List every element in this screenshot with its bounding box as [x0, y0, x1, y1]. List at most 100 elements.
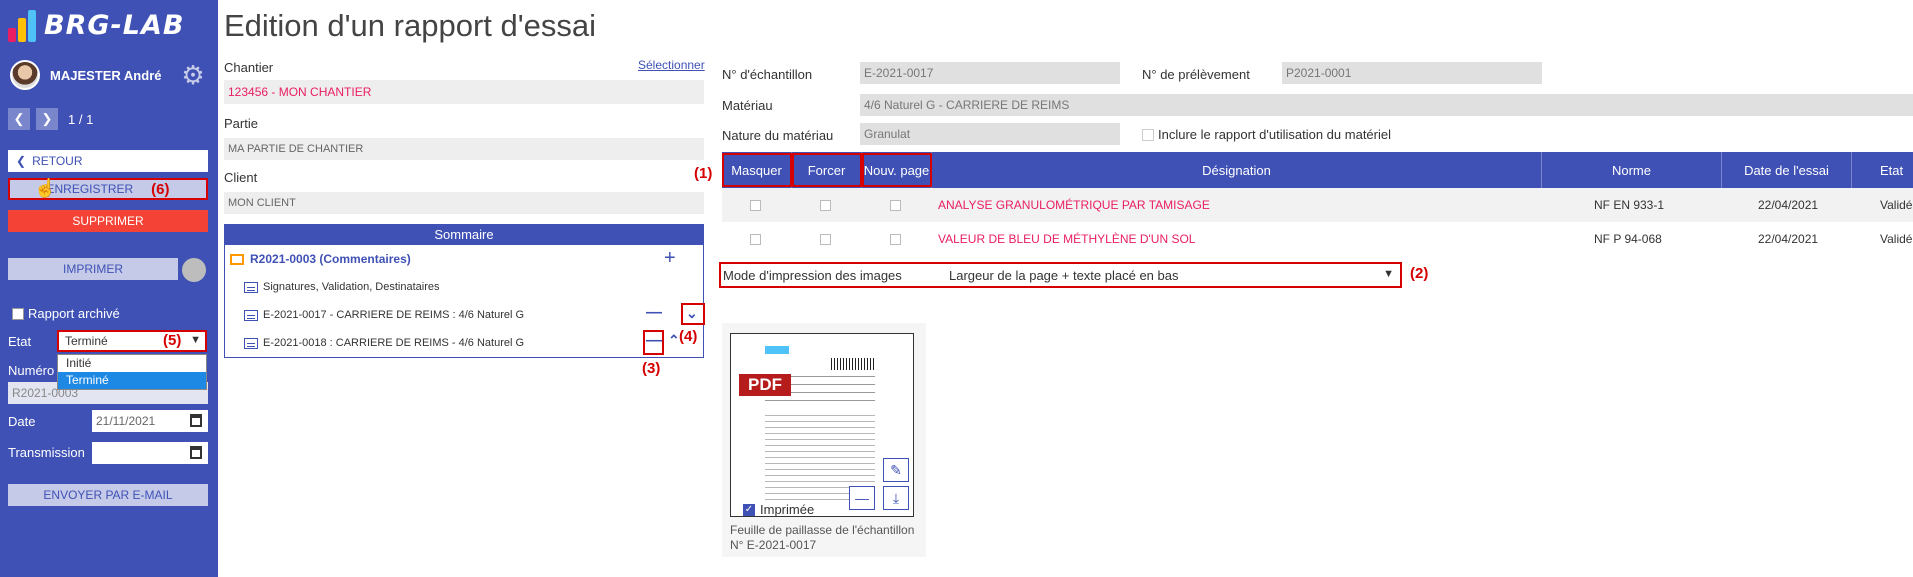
etat-cell: Validé: [1880, 198, 1913, 212]
sommaire-row-signatures[interactable]: Signatures, Validation, Destinataires: [244, 281, 440, 293]
nouv-page-checkbox[interactable]: [890, 222, 901, 256]
inclure-label: Inclure le rapport d'utilisation du maté…: [1158, 127, 1391, 142]
prelevement-label: N° de prélèvement: [1142, 67, 1250, 82]
client-value: MON CLIENT: [224, 192, 704, 214]
designation-cell[interactable]: ANALYSE GRANULOMÉTRIQUE PAR TAMISAGE: [938, 188, 1210, 222]
pdf-badge: PDF: [739, 374, 791, 396]
chevron-up-icon[interactable]: ⌃: [668, 332, 680, 349]
sommaire-row-label: Signatures, Validation, Destinataires: [263, 281, 440, 293]
checkmark-icon: ✓: [743, 503, 755, 516]
th-etat: Etat: [1880, 162, 1904, 178]
table-row[interactable]: VALEUR DE BLEU DE MÉTHYLÈNE D'UN SOL NF …: [722, 222, 1913, 256]
annotation-3: (3): [642, 360, 661, 377]
report-title: R2021-0003 (Commentaires): [250, 252, 411, 266]
forcer-checkbox[interactable]: [820, 222, 831, 256]
date-cell: 22/04/2021: [1758, 232, 1819, 246]
sommaire-row-e2021-0018[interactable]: E-2021-0018 : CARRIERE DE REIMS - 4/6 Na…: [244, 337, 524, 349]
annotation-6: (6): [151, 180, 170, 198]
document-icon: [244, 309, 258, 321]
document-icon: [244, 337, 258, 349]
nature-label: Nature du matériau: [722, 128, 834, 143]
prev-button[interactable]: ❮: [8, 108, 30, 130]
calendar-icon[interactable]: [190, 414, 202, 427]
add-icon[interactable]: +: [664, 247, 676, 270]
checkbox-icon: [12, 307, 24, 320]
enregistrer-label: ENREGISTRER: [46, 182, 134, 196]
logo-bars-icon: [8, 8, 38, 42]
etat-cell: Validé: [1880, 232, 1913, 246]
th-date: Date de l'essai: [1722, 152, 1852, 188]
etat-label: Etat: [8, 334, 32, 349]
annotation-5: (5): [163, 332, 182, 349]
client-label: Client: [224, 170, 258, 185]
edit-button[interactable]: ✎: [883, 458, 909, 482]
highlight-1-masquer: [722, 153, 792, 187]
numero-label: Numéro: [8, 363, 55, 378]
forcer-checkbox[interactable]: [820, 188, 831, 222]
chantier-value[interactable]: 123456 - MON CHANTIER: [224, 80, 704, 104]
th-norme: Norme: [1542, 152, 1722, 188]
etat-select[interactable]: Terminé (5) ▼: [57, 330, 207, 352]
rapport-archive-checkbox[interactable]: Rapport archivé: [12, 306, 120, 321]
pencil-icon: ✎: [890, 461, 902, 478]
table-row[interactable]: ANALYSE GRANULOMÉTRIQUE PAR TAMISAGE NF …: [722, 188, 1913, 222]
gear-icon[interactable]: ⚙: [180, 62, 206, 88]
partie-value: MA PARTIE DE CHANTIER: [224, 138, 704, 160]
chevron-left-icon: ❮: [16, 154, 27, 168]
avatar[interactable]: [10, 60, 40, 90]
sommaire-row-label: E-2021-0018 : CARRIERE DE REIMS - 4/6 Na…: [263, 337, 525, 349]
th-designation: Désignation: [932, 152, 1542, 188]
nouv-page-checkbox[interactable]: [890, 188, 901, 222]
selectionner-link[interactable]: Sélectionner: [638, 58, 705, 72]
nature-value: Granulat: [860, 123, 1120, 145]
print-status-indicator: [182, 258, 206, 282]
user-name: MAJESTER André: [50, 67, 162, 83]
minus-icon: —: [855, 490, 869, 506]
supprimer-button[interactable]: SUPPRIMER: [8, 210, 208, 232]
inclure-checkbox[interactable]: Inclure le rapport d'utilisation du maté…: [1142, 127, 1391, 142]
minus-icon[interactable]: —: [646, 304, 662, 322]
sommaire-title: Sommaire: [225, 225, 703, 245]
sommaire-row-e2021-0017[interactable]: E-2021-0017 - CARRIERE DE REIMS : 4/6 Na…: [244, 309, 524, 321]
chevron-right-icon: ❯: [41, 111, 53, 126]
rapport-archive-label: Rapport archivé: [28, 306, 120, 321]
imprimee-checkbox[interactable]: ✓ Imprimée: [743, 502, 814, 517]
mode-impression-value: Largeur de la page + texte placé en bas: [949, 268, 1179, 283]
remove-button[interactable]: —: [849, 486, 875, 510]
pdf-thumbnail[interactable]: PDF ✎ ✓ Imprimée — ⤓: [730, 333, 914, 517]
imprimee-label: Imprimée: [760, 502, 815, 517]
download-button[interactable]: ⤓: [883, 486, 909, 510]
imprimer-button[interactable]: IMPRIMER: [8, 258, 178, 280]
materiau-label: Matériau: [722, 98, 773, 113]
next-button[interactable]: ❯: [36, 108, 58, 130]
mode-impression-label: Mode d'impression des images: [723, 268, 902, 283]
calendar-icon[interactable]: [190, 446, 202, 459]
echantillon-value: E-2021-0017: [860, 62, 1120, 84]
sommaire-report[interactable]: R2021-0003 (Commentaires): [230, 252, 411, 266]
retour-button[interactable]: ❮ RETOUR: [8, 150, 208, 172]
echantillon-label: N° d'échantillon: [722, 67, 813, 82]
chevron-down-icon[interactable]: ⌄: [686, 305, 698, 322]
logo: BRG-LAB: [8, 8, 184, 42]
masquer-checkbox[interactable]: [750, 188, 761, 222]
etat-option-initie[interactable]: Initié: [58, 355, 206, 372]
highlight-1-nouv-page: [862, 153, 932, 187]
sidebar: BRG-LAB MAJESTER André ⚙ ❮ ❯ 1 / 1 ❮ RET…: [0, 0, 218, 577]
designation-cell[interactable]: VALEUR DE BLEU DE MÉTHYLÈNE D'UN SOL: [938, 222, 1195, 256]
norme-cell: NF P 94-068: [1594, 232, 1662, 246]
chevron-down-icon: ▼: [1383, 268, 1394, 280]
masquer-checkbox[interactable]: [750, 222, 761, 256]
date-field[interactable]: 21/11/2021: [92, 410, 208, 432]
mode-impression-select[interactable]: Mode d'impression des images Largeur de …: [719, 262, 1402, 288]
envoyer-email-button[interactable]: ENVOYER PAR E-MAIL: [8, 484, 208, 506]
etat-option-termine[interactable]: Terminé: [58, 372, 206, 389]
chantier-label: Chantier: [224, 60, 274, 75]
logo-text: BRG-LAB: [44, 9, 185, 41]
minus-icon[interactable]: —: [646, 332, 662, 350]
transmission-field[interactable]: [92, 442, 208, 464]
norme-cell: NF EN 933-1: [1594, 198, 1665, 212]
image-card: PDF ✎ ✓ Imprimée — ⤓ Feuille de paillass…: [722, 323, 926, 557]
etat-value: Terminé: [65, 334, 108, 348]
date-label: Date: [8, 414, 36, 429]
book-icon: [230, 253, 244, 265]
